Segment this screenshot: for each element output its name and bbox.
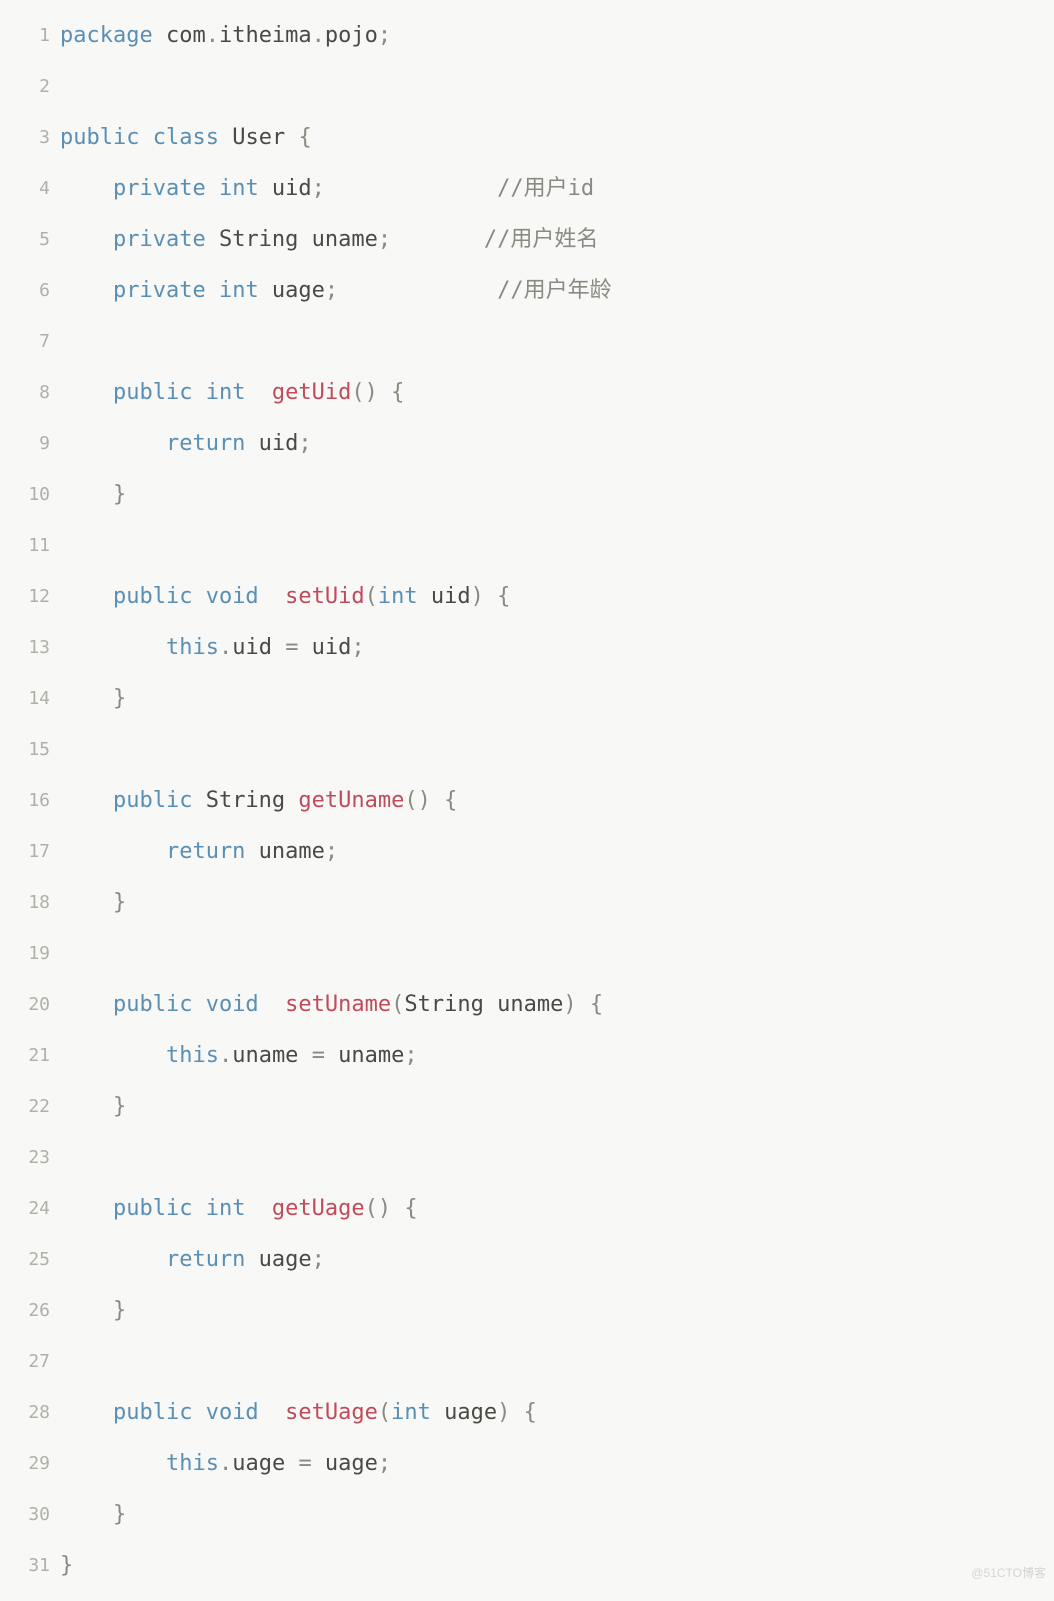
line-number: 5	[0, 214, 50, 265]
code-line	[60, 1336, 1054, 1387]
code-line: this.uname = uname;	[60, 1030, 1054, 1081]
line-number: 15	[0, 724, 50, 775]
line-number: 30	[0, 1489, 50, 1540]
line-number: 1	[0, 10, 50, 61]
code-line: public void setUage(int uage) {	[60, 1387, 1054, 1438]
code-line: public void setUid(int uid) {	[60, 571, 1054, 622]
code-line	[60, 520, 1054, 571]
line-number: 7	[0, 316, 50, 367]
code-line: }	[60, 1489, 1054, 1540]
code-line	[60, 928, 1054, 979]
line-number: 19	[0, 928, 50, 979]
code-line: private int uage; //用户年龄	[60, 265, 1054, 316]
line-number: 21	[0, 1030, 50, 1081]
code-line: public void setUname(String uname) {	[60, 979, 1054, 1030]
line-number: 24	[0, 1183, 50, 1234]
line-number: 8	[0, 367, 50, 418]
code-line: return uname;	[60, 826, 1054, 877]
line-number: 13	[0, 622, 50, 673]
code-line: return uid;	[60, 418, 1054, 469]
code-line: }	[60, 469, 1054, 520]
line-number: 14	[0, 673, 50, 724]
code-line: }	[60, 1081, 1054, 1132]
code-content[interactable]: package com.itheima.pojo; public class U…	[60, 10, 1054, 1591]
code-line: public class User {	[60, 112, 1054, 163]
line-number: 26	[0, 1285, 50, 1336]
line-number: 16	[0, 775, 50, 826]
line-number: 23	[0, 1132, 50, 1183]
line-number: 4	[0, 163, 50, 214]
code-line	[60, 61, 1054, 112]
code-line: public int getUage() {	[60, 1183, 1054, 1234]
watermark-text: @51CTO博客	[971, 1565, 1046, 1582]
code-line	[60, 316, 1054, 367]
code-line: }	[60, 1540, 1054, 1591]
line-number: 17	[0, 826, 50, 877]
line-number: 31	[0, 1540, 50, 1591]
line-number: 11	[0, 520, 50, 571]
code-line: }	[60, 673, 1054, 724]
code-line	[60, 1132, 1054, 1183]
code-line: private int uid; //用户id	[60, 163, 1054, 214]
code-line: }	[60, 877, 1054, 928]
code-line: package com.itheima.pojo;	[60, 10, 1054, 61]
code-line: public int getUid() {	[60, 367, 1054, 418]
line-number-gutter: 1 2 3 4 5 6 7 8 9 10 11 12 13 14 15 16 1…	[0, 10, 60, 1591]
line-number: 20	[0, 979, 50, 1030]
line-number: 10	[0, 469, 50, 520]
code-line	[60, 724, 1054, 775]
line-number: 29	[0, 1438, 50, 1489]
line-number: 3	[0, 112, 50, 163]
line-number: 28	[0, 1387, 50, 1438]
code-line: private String uname; //用户姓名	[60, 214, 1054, 265]
line-number: 18	[0, 877, 50, 928]
line-number: 22	[0, 1081, 50, 1132]
line-number: 2	[0, 61, 50, 112]
code-line: this.uid = uid;	[60, 622, 1054, 673]
code-line: public String getUname() {	[60, 775, 1054, 826]
line-number: 6	[0, 265, 50, 316]
code-line: return uage;	[60, 1234, 1054, 1285]
code-editor: 1 2 3 4 5 6 7 8 9 10 11 12 13 14 15 16 1…	[0, 0, 1054, 1601]
line-number: 9	[0, 418, 50, 469]
line-number: 25	[0, 1234, 50, 1285]
line-number: 12	[0, 571, 50, 622]
code-line: this.uage = uage;	[60, 1438, 1054, 1489]
line-number: 27	[0, 1336, 50, 1387]
code-line: }	[60, 1285, 1054, 1336]
